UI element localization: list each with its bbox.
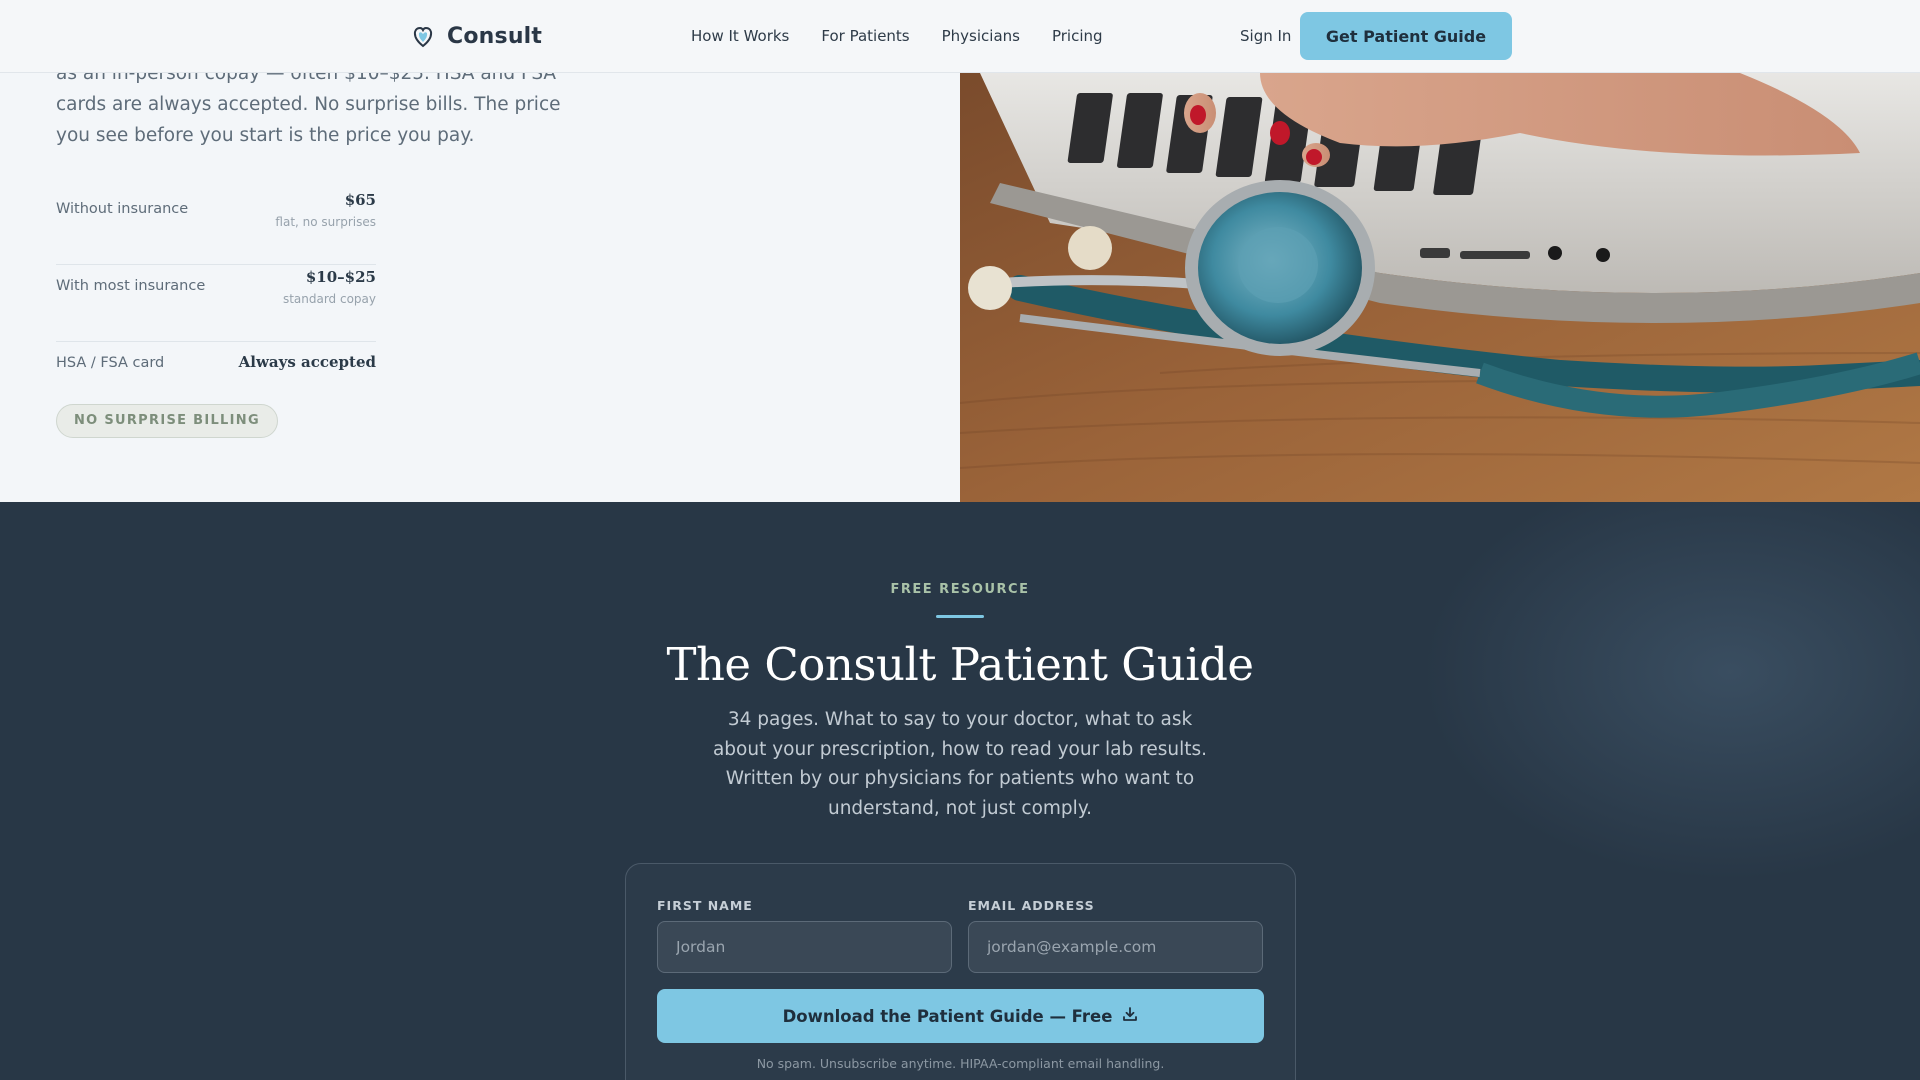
eyebrow-divider xyxy=(936,615,984,618)
price-table: Without insurance $65 flat, no surprises… xyxy=(56,188,376,419)
download-icon xyxy=(1122,1006,1138,1026)
guide-description: 34 pages. What to say to your doctor, wh… xyxy=(712,709,1208,819)
price-row-note: standard copay xyxy=(282,292,376,306)
privacy-fineprint: No spam. Unsubscribe anytime. HIPAA-comp… xyxy=(756,1056,1165,1071)
email-address-label: EMAIL ADDRESS xyxy=(968,898,1095,913)
top-navigation: Consult How It Works For Patients Physic… xyxy=(0,0,1920,73)
price-row-note: flat, no surprises xyxy=(275,215,376,229)
brand-name: Consult xyxy=(447,24,543,49)
heart-shield-icon xyxy=(413,26,433,48)
sign-in-link[interactable]: Sign In xyxy=(1240,27,1291,45)
price-row-value: $10–$25 xyxy=(305,268,376,286)
section-eyebrow: FREE RESOURCE xyxy=(890,582,1030,597)
price-row-value: $65 xyxy=(344,191,376,209)
download-guide-label: Download the Patient Guide — Free xyxy=(782,1006,1113,1026)
pricing-section: as an in-person copay — often $10–$25. H… xyxy=(0,0,960,502)
nav-link-physicians[interactable]: Physicians xyxy=(942,27,1020,45)
nav-link-for-patients[interactable]: For Patients xyxy=(821,27,909,45)
first-name-input[interactable] xyxy=(657,921,952,973)
price-row-value: Always accepted xyxy=(238,353,376,371)
price-row-label: Without insurance xyxy=(56,201,189,217)
price-row-label: With most insurance xyxy=(56,278,206,294)
guide-title: The Consult Patient Guide xyxy=(666,638,1254,691)
email-address-input[interactable] xyxy=(968,921,1263,973)
price-row-with-insurance: With most insurance $10–$25 standard cop… xyxy=(56,265,376,342)
price-row-without-insurance: Without insurance $65 flat, no surprises xyxy=(56,188,376,265)
stethoscope-laptop-photo xyxy=(960,73,1920,502)
guide-signup-form: FIRST NAME EMAIL ADDRESS Download the Pa… xyxy=(625,863,1296,1080)
first-name-label: FIRST NAME xyxy=(657,898,753,913)
download-guide-button[interactable]: Download the Patient Guide — Free xyxy=(657,989,1264,1043)
nav-link-how-it-works[interactable]: How It Works xyxy=(691,27,789,45)
no-surprise-billing-badge: NO SURPRISE BILLING xyxy=(56,404,278,438)
background-glow xyxy=(1420,502,1920,882)
nav-links: How It Works For Patients Physicians Pri… xyxy=(691,27,1103,45)
get-patient-guide-button[interactable]: Get Patient Guide xyxy=(1300,12,1512,60)
brand-logo[interactable]: Consult xyxy=(413,24,542,49)
patient-guide-section: FREE RESOURCE The Consult Patient Guide … xyxy=(0,502,1920,1080)
nav-link-pricing[interactable]: Pricing xyxy=(1052,27,1103,45)
price-row-label: HSA / FSA card xyxy=(56,355,165,371)
